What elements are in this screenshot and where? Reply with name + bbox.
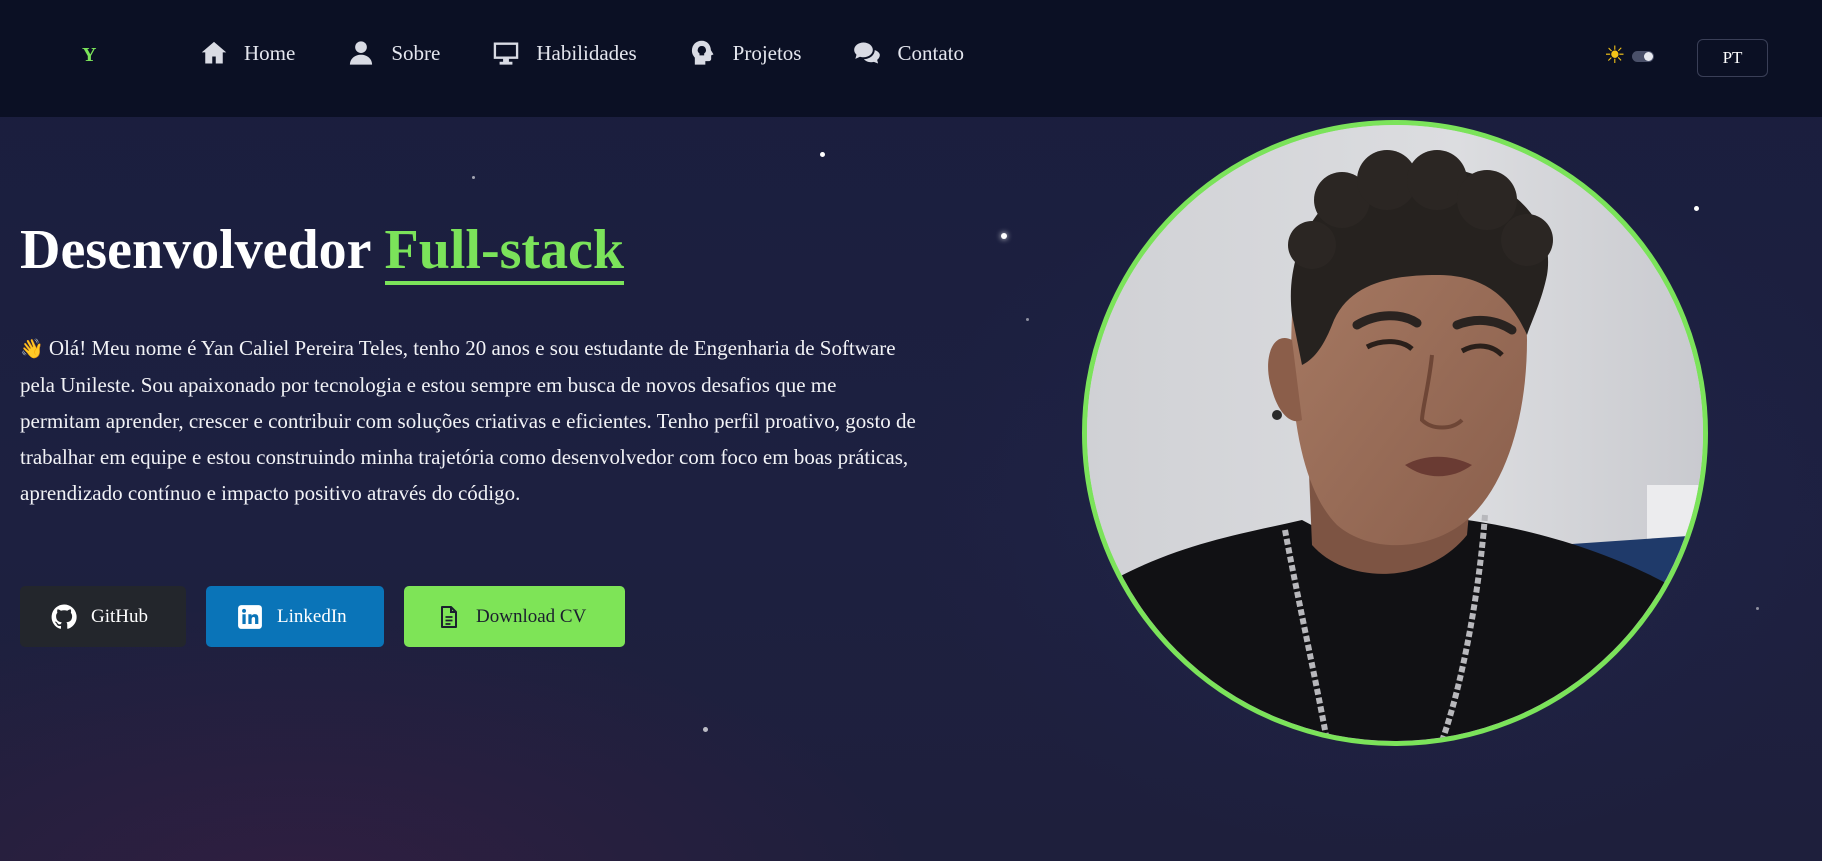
- nav-links: Home Sobre Habilidades Projetos Contato: [199, 38, 1015, 68]
- hero-title-main: Desenvolvedor: [20, 219, 371, 281]
- download-cv-button[interactable]: Download CV: [404, 586, 625, 647]
- chat-icon: [852, 38, 882, 68]
- nav-item-label: Projetos: [732, 40, 802, 65]
- sun-icon: ☀: [1604, 43, 1626, 69]
- nav-item-home[interactable]: Home: [199, 38, 295, 68]
- hero-title: Desenvolvedor Full-stack: [20, 218, 625, 285]
- nav-item-label: Habilidades: [536, 40, 637, 65]
- page: Y Home Sobre Habilidades Projetos Contat…: [0, 0, 1822, 861]
- nav-item-habilidades[interactable]: Habilidades: [491, 38, 637, 68]
- nav-item-sobre[interactable]: Sobre: [346, 38, 440, 68]
- intro-text: Olá! Meu nome é Yan Caliel Pereira Teles…: [20, 336, 916, 505]
- site-logo[interactable]: Y: [82, 44, 96, 67]
- nav-item-label: Home: [244, 40, 296, 65]
- hero-title-accent: Full-stack: [384, 219, 625, 285]
- theme-switch[interactable]: [1631, 50, 1654, 62]
- profile-photo-illustration: [1087, 125, 1703, 741]
- language-button[interactable]: PT: [1697, 39, 1768, 77]
- home-icon: [199, 38, 229, 68]
- github-button[interactable]: GitHub: [20, 586, 186, 647]
- github-label: GitHub: [91, 605, 148, 627]
- theme-toggle[interactable]: ☀: [1604, 44, 1654, 68]
- star: [472, 176, 475, 179]
- download-cv-label: Download CV: [476, 605, 587, 627]
- profile-photo: [1082, 120, 1708, 746]
- nav-item-contato[interactable]: Contato: [852, 38, 964, 68]
- monitor-icon: [491, 38, 521, 68]
- star: [820, 152, 825, 157]
- wave-emoji: 👋: [20, 338, 44, 360]
- user-icon: [346, 38, 376, 68]
- github-icon: [51, 604, 77, 630]
- star: [1026, 318, 1029, 321]
- nav-item-label: Contato: [897, 40, 964, 65]
- star: [703, 727, 708, 732]
- switch-knob: [1643, 51, 1653, 61]
- star: [1694, 206, 1699, 211]
- social-buttons: GitHub LinkedIn Download CV: [20, 586, 625, 647]
- lightbulb-head-icon: [688, 38, 718, 68]
- file-icon: [436, 604, 462, 630]
- linkedin-label: LinkedIn: [277, 605, 347, 627]
- linkedin-button[interactable]: LinkedIn: [206, 586, 384, 647]
- nav-item-label: Sobre: [391, 40, 441, 65]
- intro-paragraph: 👋 Olá! Meu nome é Yan Caliel Pereira Tel…: [20, 330, 920, 511]
- navbar: Y Home Sobre Habilidades Projetos Contat…: [0, 0, 1822, 117]
- nav-item-projetos[interactable]: Projetos: [688, 38, 802, 68]
- linkedin-icon: [237, 604, 263, 630]
- star: [1756, 607, 1759, 610]
- star: [1001, 233, 1007, 239]
